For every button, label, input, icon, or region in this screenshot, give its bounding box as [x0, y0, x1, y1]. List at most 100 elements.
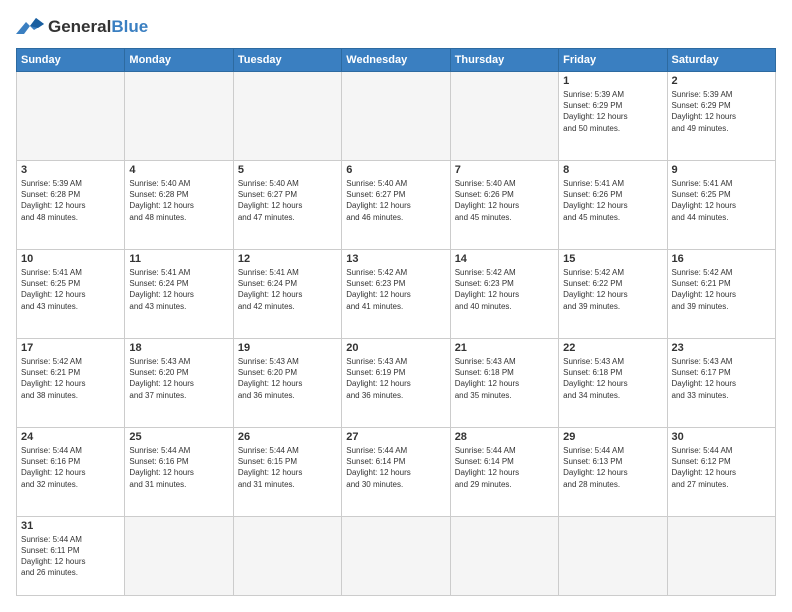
calendar-cell [17, 72, 125, 161]
day-number: 25 [129, 431, 228, 443]
day-number: 2 [672, 75, 771, 87]
calendar-cell: 6 Sunrise: 5:40 AM Sunset: 6:27 PM Daylig… [342, 160, 450, 249]
calendar-cell: 20 Sunrise: 5:43 AM Sunset: 6:19 PM Dayli… [342, 338, 450, 427]
calendar-cell [233, 516, 341, 595]
day-info: Sunrise: 5:40 AM Sunset: 6:27 PM Dayligh… [238, 178, 337, 223]
calendar-cell: 25 Sunrise: 5:44 AM Sunset: 6:16 PM Dayli… [125, 427, 233, 516]
day-number: 6 [346, 164, 445, 176]
calendar-cell: 1 Sunrise: 5:39 AM Sunset: 6:29 PM Daylig… [559, 72, 667, 161]
day-info: Sunrise: 5:41 AM Sunset: 6:24 PM Dayligh… [129, 267, 228, 312]
day-info: Sunrise: 5:41 AM Sunset: 6:25 PM Dayligh… [21, 267, 120, 312]
logo-text: General [48, 17, 111, 36]
calendar-week-row: 24 Sunrise: 5:44 AM Sunset: 6:16 PM Dayli… [17, 427, 776, 516]
calendar-cell [125, 516, 233, 595]
day-info: Sunrise: 5:42 AM Sunset: 6:21 PM Dayligh… [21, 356, 120, 401]
day-number: 15 [563, 253, 662, 265]
calendar-cell: 27 Sunrise: 5:44 AM Sunset: 6:14 PM Dayli… [342, 427, 450, 516]
calendar-cell: 12 Sunrise: 5:41 AM Sunset: 6:24 PM Dayli… [233, 249, 341, 338]
calendar-cell: 10 Sunrise: 5:41 AM Sunset: 6:25 PM Dayli… [17, 249, 125, 338]
col-wednesday: Wednesday [342, 49, 450, 72]
day-info: Sunrise: 5:43 AM Sunset: 6:17 PM Dayligh… [672, 356, 771, 401]
calendar-cell: 13Sunrise: 5:42 AM Sunset: 6:23 PM Dayli… [342, 249, 450, 338]
calendar-cell: 7Sunrise: 5:40 AM Sunset: 6:26 PM Daylig… [450, 160, 558, 249]
day-number: 16 [672, 253, 771, 265]
calendar-cell: 22 Sunrise: 5:43 AM Sunset: 6:18 PM Dayli… [559, 338, 667, 427]
day-info: Sunrise: 5:40 AM Sunset: 6:27 PM Dayligh… [346, 178, 445, 223]
calendar-cell [342, 516, 450, 595]
calendar-cell [233, 72, 341, 161]
day-number: 31 [21, 520, 120, 532]
calendar-cell: 16Sunrise: 5:42 AM Sunset: 6:21 PM Dayli… [667, 249, 775, 338]
day-number: 18 [129, 342, 228, 354]
day-info: Sunrise: 5:41 AM Sunset: 6:26 PM Dayligh… [563, 178, 662, 223]
calendar-cell: 2Sunrise: 5:39 AM Sunset: 6:29 PM Daylig… [667, 72, 775, 161]
day-info: Sunrise: 5:41 AM Sunset: 6:24 PM Dayligh… [238, 267, 337, 312]
calendar-week-row: 17 Sunrise: 5:42 AM Sunset: 6:21 PM Dayli… [17, 338, 776, 427]
day-info: Sunrise: 5:44 AM Sunset: 6:15 PM Dayligh… [238, 445, 337, 490]
col-friday: Friday [559, 49, 667, 72]
day-number: 3 [21, 164, 120, 176]
day-info: Sunrise: 5:44 AM Sunset: 6:14 PM Dayligh… [455, 445, 554, 490]
col-saturday: Saturday [667, 49, 775, 72]
header: GeneralBlue [16, 16, 776, 38]
col-tuesday: Tuesday [233, 49, 341, 72]
day-number: 20 [346, 342, 445, 354]
day-info: Sunrise: 5:43 AM Sunset: 6:20 PM Dayligh… [238, 356, 337, 401]
day-number: 21 [455, 342, 554, 354]
day-info: Sunrise: 5:44 AM Sunset: 6:14 PM Dayligh… [346, 445, 445, 490]
calendar-cell: 18Sunrise: 5:43 AM Sunset: 6:20 PM Dayli… [125, 338, 233, 427]
calendar-cell [125, 72, 233, 161]
day-info: Sunrise: 5:42 AM Sunset: 6:23 PM Dayligh… [346, 267, 445, 312]
calendar-header-row: Sunday Monday Tuesday Wednesday Thursday… [17, 49, 776, 72]
day-info: Sunrise: 5:42 AM Sunset: 6:22 PM Dayligh… [563, 267, 662, 312]
calendar-cell: 3Sunrise: 5:39 AM Sunset: 6:28 PM Daylig… [17, 160, 125, 249]
day-number: 29 [563, 431, 662, 443]
day-info: Sunrise: 5:44 AM Sunset: 6:12 PM Dayligh… [672, 445, 771, 490]
calendar-table: Sunday Monday Tuesday Wednesday Thursday… [16, 48, 776, 596]
calendar-cell: 28 Sunrise: 5:44 AM Sunset: 6:14 PM Dayli… [450, 427, 558, 516]
calendar-cell: 15 Sunrise: 5:42 AM Sunset: 6:22 PM Dayli… [559, 249, 667, 338]
calendar-cell [559, 516, 667, 595]
calendar-cell [342, 72, 450, 161]
calendar-week-row: 10 Sunrise: 5:41 AM Sunset: 6:25 PM Dayli… [17, 249, 776, 338]
col-monday: Monday [125, 49, 233, 72]
calendar-week-row: 1 Sunrise: 5:39 AM Sunset: 6:29 PM Daylig… [17, 72, 776, 161]
day-info: Sunrise: 5:43 AM Sunset: 6:18 PM Dayligh… [563, 356, 662, 401]
day-info: Sunrise: 5:40 AM Sunset: 6:26 PM Dayligh… [455, 178, 554, 223]
calendar-cell: 29 Sunrise: 5:44 AM Sunset: 6:13 PM Dayli… [559, 427, 667, 516]
day-number: 1 [563, 75, 662, 87]
day-info: Sunrise: 5:44 AM Sunset: 6:11 PM Dayligh… [21, 534, 120, 579]
calendar-cell: 19Sunrise: 5:43 AM Sunset: 6:20 PM Dayli… [233, 338, 341, 427]
day-number: 17 [21, 342, 120, 354]
day-number: 26 [238, 431, 337, 443]
day-info: Sunrise: 5:44 AM Sunset: 6:13 PM Dayligh… [563, 445, 662, 490]
day-number: 8 [563, 164, 662, 176]
calendar-cell: 9Sunrise: 5:41 AM Sunset: 6:25 PM Daylig… [667, 160, 775, 249]
day-number: 10 [21, 253, 120, 265]
calendar-cell [450, 72, 558, 161]
calendar-cell: 31 Sunrise: 5:44 AM Sunset: 6:11 PM Dayli… [17, 516, 125, 595]
day-info: Sunrise: 5:39 AM Sunset: 6:29 PM Dayligh… [563, 89, 662, 134]
day-number: 22 [563, 342, 662, 354]
day-number: 5 [238, 164, 337, 176]
calendar-cell [450, 516, 558, 595]
day-info: Sunrise: 5:41 AM Sunset: 6:25 PM Dayligh… [672, 178, 771, 223]
day-number: 11 [129, 253, 228, 265]
day-number: 24 [21, 431, 120, 443]
calendar-cell: 4Sunrise: 5:40 AM Sunset: 6:28 PM Daylig… [125, 160, 233, 249]
calendar-cell: 26 Sunrise: 5:44 AM Sunset: 6:15 PM Dayli… [233, 427, 341, 516]
logo-blue-text: Blue [111, 17, 148, 36]
calendar-cell: 11 Sunrise: 5:41 AM Sunset: 6:24 PM Dayli… [125, 249, 233, 338]
calendar-cell: 5 Sunrise: 5:40 AM Sunset: 6:27 PM Daylig… [233, 160, 341, 249]
logo-icon [16, 16, 44, 38]
calendar-cell: 8 Sunrise: 5:41 AM Sunset: 6:26 PM Daylig… [559, 160, 667, 249]
day-info: Sunrise: 5:43 AM Sunset: 6:18 PM Dayligh… [455, 356, 554, 401]
day-info: Sunrise: 5:44 AM Sunset: 6:16 PM Dayligh… [129, 445, 228, 490]
day-info: Sunrise: 5:43 AM Sunset: 6:19 PM Dayligh… [346, 356, 445, 401]
day-number: 28 [455, 431, 554, 443]
calendar-cell [667, 516, 775, 595]
day-number: 27 [346, 431, 445, 443]
calendar-cell: 23Sunrise: 5:43 AM Sunset: 6:17 PM Dayli… [667, 338, 775, 427]
day-number: 12 [238, 253, 337, 265]
calendar-cell: 21 Sunrise: 5:43 AM Sunset: 6:18 PM Dayli… [450, 338, 558, 427]
